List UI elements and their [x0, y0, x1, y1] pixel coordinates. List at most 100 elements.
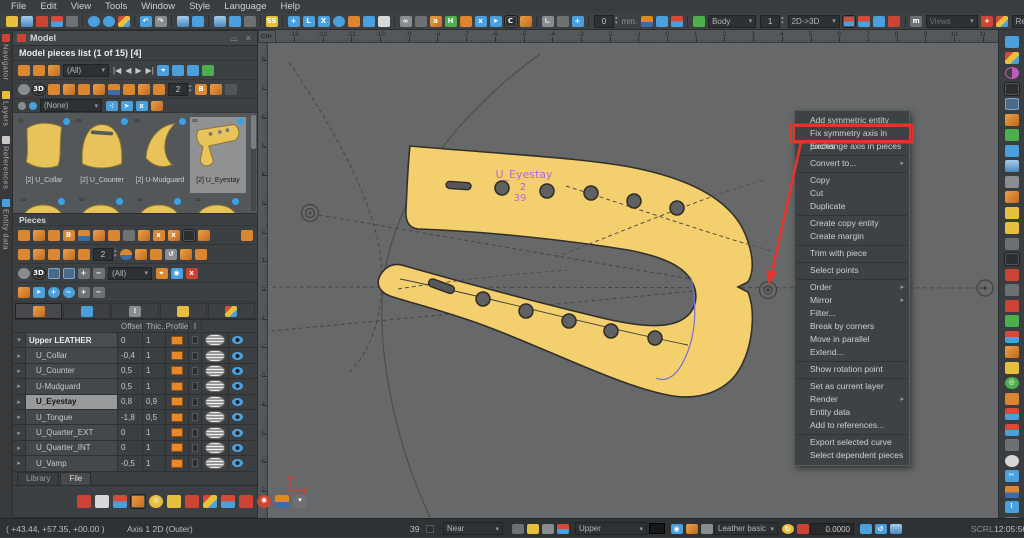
thumbnail-2-u-mudguard[interactable]: ∞[2] U-Mudguard: [132, 117, 188, 193]
p-xx-icon[interactable]: x: [153, 230, 165, 241]
layer-color-swatch[interactable]: [649, 519, 665, 538]
plane-blue-icon[interactable]: [873, 16, 885, 27]
visibility-eye-icon[interactable]: [232, 444, 243, 452]
redo-icon[interactable]: ↷: [155, 16, 167, 27]
piece-hand2-icon[interactable]: [93, 84, 105, 95]
p-xy-icon[interactable]: x: [168, 230, 180, 241]
squares-gray-icon[interactable]: [1005, 284, 1019, 296]
p-wave-icon[interactable]: [93, 230, 105, 241]
p-paste-icon[interactable]: [123, 230, 135, 241]
offset-spinner[interactable]: 0▴▾: [594, 15, 618, 28]
p2-undo-icon[interactable]: ↺: [165, 249, 177, 260]
thickness-value[interactable]: 1: [143, 333, 166, 347]
thumb-grid-icon[interactable]: [18, 65, 30, 76]
profile-preview[interactable]: [205, 457, 225, 469]
thickness-value[interactable]: 0,9: [143, 395, 166, 409]
upper-slot[interactable]: [446, 181, 471, 190]
profile-icon[interactable]: [171, 428, 183, 437]
profile-preview[interactable]: [205, 350, 225, 362]
view-3d-icon[interactable]: 3D: [33, 84, 45, 95]
p4-table-del-icon[interactable]: −: [93, 287, 105, 298]
sphere-select-icon[interactable]: [88, 16, 100, 27]
frame-orange-icon[interactable]: [1005, 83, 1019, 95]
frame-green-icon[interactable]: [1005, 98, 1019, 110]
menu-style[interactable]: Style: [182, 1, 217, 12]
shoe-green-icon[interactable]: [1005, 315, 1019, 327]
papers-gray-icon[interactable]: [1005, 238, 1019, 250]
more-icon[interactable]: ▾: [293, 495, 307, 508]
add-view-icon[interactable]: +: [981, 16, 993, 27]
row-expander[interactable]: ▸: [13, 425, 26, 439]
grid-snap-icon[interactable]: [557, 16, 569, 27]
square-blue-icon[interactable]: [1005, 145, 1019, 157]
visibility-eye-icon[interactable]: [232, 352, 243, 360]
square-red-icon[interactable]: [239, 495, 253, 508]
ruler-blue-icon[interactable]: [1005, 486, 1019, 498]
piece-mirror-icon[interactable]: [138, 84, 150, 95]
row-expander[interactable]: ▸: [13, 410, 26, 424]
scatter-x-icon[interactable]: x: [136, 101, 148, 111]
profile-icon[interactable]: [171, 351, 183, 360]
visibility-eye-icon[interactable]: [232, 367, 243, 375]
copy-icon[interactable]: [214, 16, 226, 27]
map-icon[interactable]: [1005, 253, 1019, 265]
p2-piece-icon[interactable]: [135, 249, 147, 260]
cursor-icon[interactable]: ➤: [490, 16, 502, 27]
menu-item-fix-symmetry-axis-in-pieces[interactable]: Fix symmetry axis in pieces: [795, 127, 909, 140]
visibility-eye-icon[interactable]: [232, 429, 243, 437]
stack-rb-icon[interactable]: [1005, 408, 1019, 420]
column-header-thic[interactable]: Thic...: [143, 322, 166, 331]
axis-point-symmetry[interactable]: [760, 282, 777, 299]
row-checkbox[interactable]: [192, 429, 198, 437]
export-green-icon[interactable]: [202, 65, 214, 76]
tab-orange-icon[interactable]: [1005, 114, 1019, 126]
table-row-u-collar[interactable]: ▸U_Collar-0,41: [13, 348, 257, 363]
plane-red-icon[interactable]: [888, 16, 900, 27]
tab-file[interactable]: File: [60, 472, 91, 485]
pieces-all-dropdown[interactable]: (All)▾: [108, 267, 152, 280]
table-row-upper-leather[interactable]: ▾Upper LEATHER01: [13, 333, 257, 348]
menu-item-convert-to[interactable]: Convert to...▸: [795, 157, 909, 170]
eyestay-piece[interactable]: [378, 146, 752, 397]
column-header-profile[interactable]: Profile: [166, 322, 189, 331]
nav-prev-button[interactable]: ◀: [125, 66, 131, 75]
body-dropdown[interactable]: Body▾: [708, 15, 756, 28]
offset-value[interactable]: 0,5: [118, 364, 143, 378]
prev-piece-icon[interactable]: [172, 65, 184, 76]
wrench-icon[interactable]: [701, 524, 713, 534]
open-folder-icon[interactable]: [6, 16, 18, 27]
menu-window[interactable]: Window: [134, 1, 182, 12]
p4-flag-icon[interactable]: [18, 287, 30, 298]
lock-icon[interactable]: [686, 524, 698, 534]
thickness-value[interactable]: 1: [143, 364, 166, 378]
table-row-u-mudguard[interactable]: ▸U-Mudguard0,51: [13, 379, 257, 394]
row-checkbox[interactable]: [192, 413, 198, 421]
tab-library[interactable]: Library: [17, 472, 59, 485]
ramp-icon[interactable]: [890, 524, 902, 534]
menu-item-filter[interactable]: Filter...: [795, 307, 909, 320]
views-dropdown[interactable]: Views▾: [926, 15, 978, 28]
profile-preview[interactable]: [205, 365, 225, 377]
tab-colors[interactable]: [208, 303, 255, 319]
scissors-icon[interactable]: ✂: [1005, 470, 1019, 482]
cut-tools-icon[interactable]: [118, 16, 130, 27]
row-checkbox[interactable]: [192, 367, 198, 375]
grid-icon[interactable]: [512, 524, 524, 534]
curve-icon[interactable]: [415, 16, 427, 27]
grid-red-icon[interactable]: [1005, 52, 1019, 64]
menu-item-create-copy-entity[interactable]: Create copy entity: [795, 217, 909, 230]
p4-table-add-icon[interactable]: +: [78, 287, 90, 298]
points-blue-icon[interactable]: ⁖: [106, 101, 118, 111]
piece-del-icon[interactable]: [63, 84, 75, 95]
p4-cursor-icon[interactable]: ➤: [33, 287, 45, 298]
menu-item-copy[interactable]: Copy: [795, 174, 909, 187]
measure-icon[interactable]: ⁞: [1005, 501, 1019, 513]
eyelet-hole[interactable]: [648, 331, 662, 345]
row-expander[interactable]: ▸: [13, 348, 26, 362]
profile-icon[interactable]: [171, 366, 183, 375]
p2-piece3-icon[interactable]: [195, 249, 207, 260]
flip-piece-icon[interactable]: [641, 16, 653, 27]
side-tab-entity-data[interactable]: Entity data: [2, 199, 11, 250]
offset-value[interactable]: 0,8: [118, 395, 143, 409]
offset-value[interactable]: 0: [118, 333, 143, 347]
